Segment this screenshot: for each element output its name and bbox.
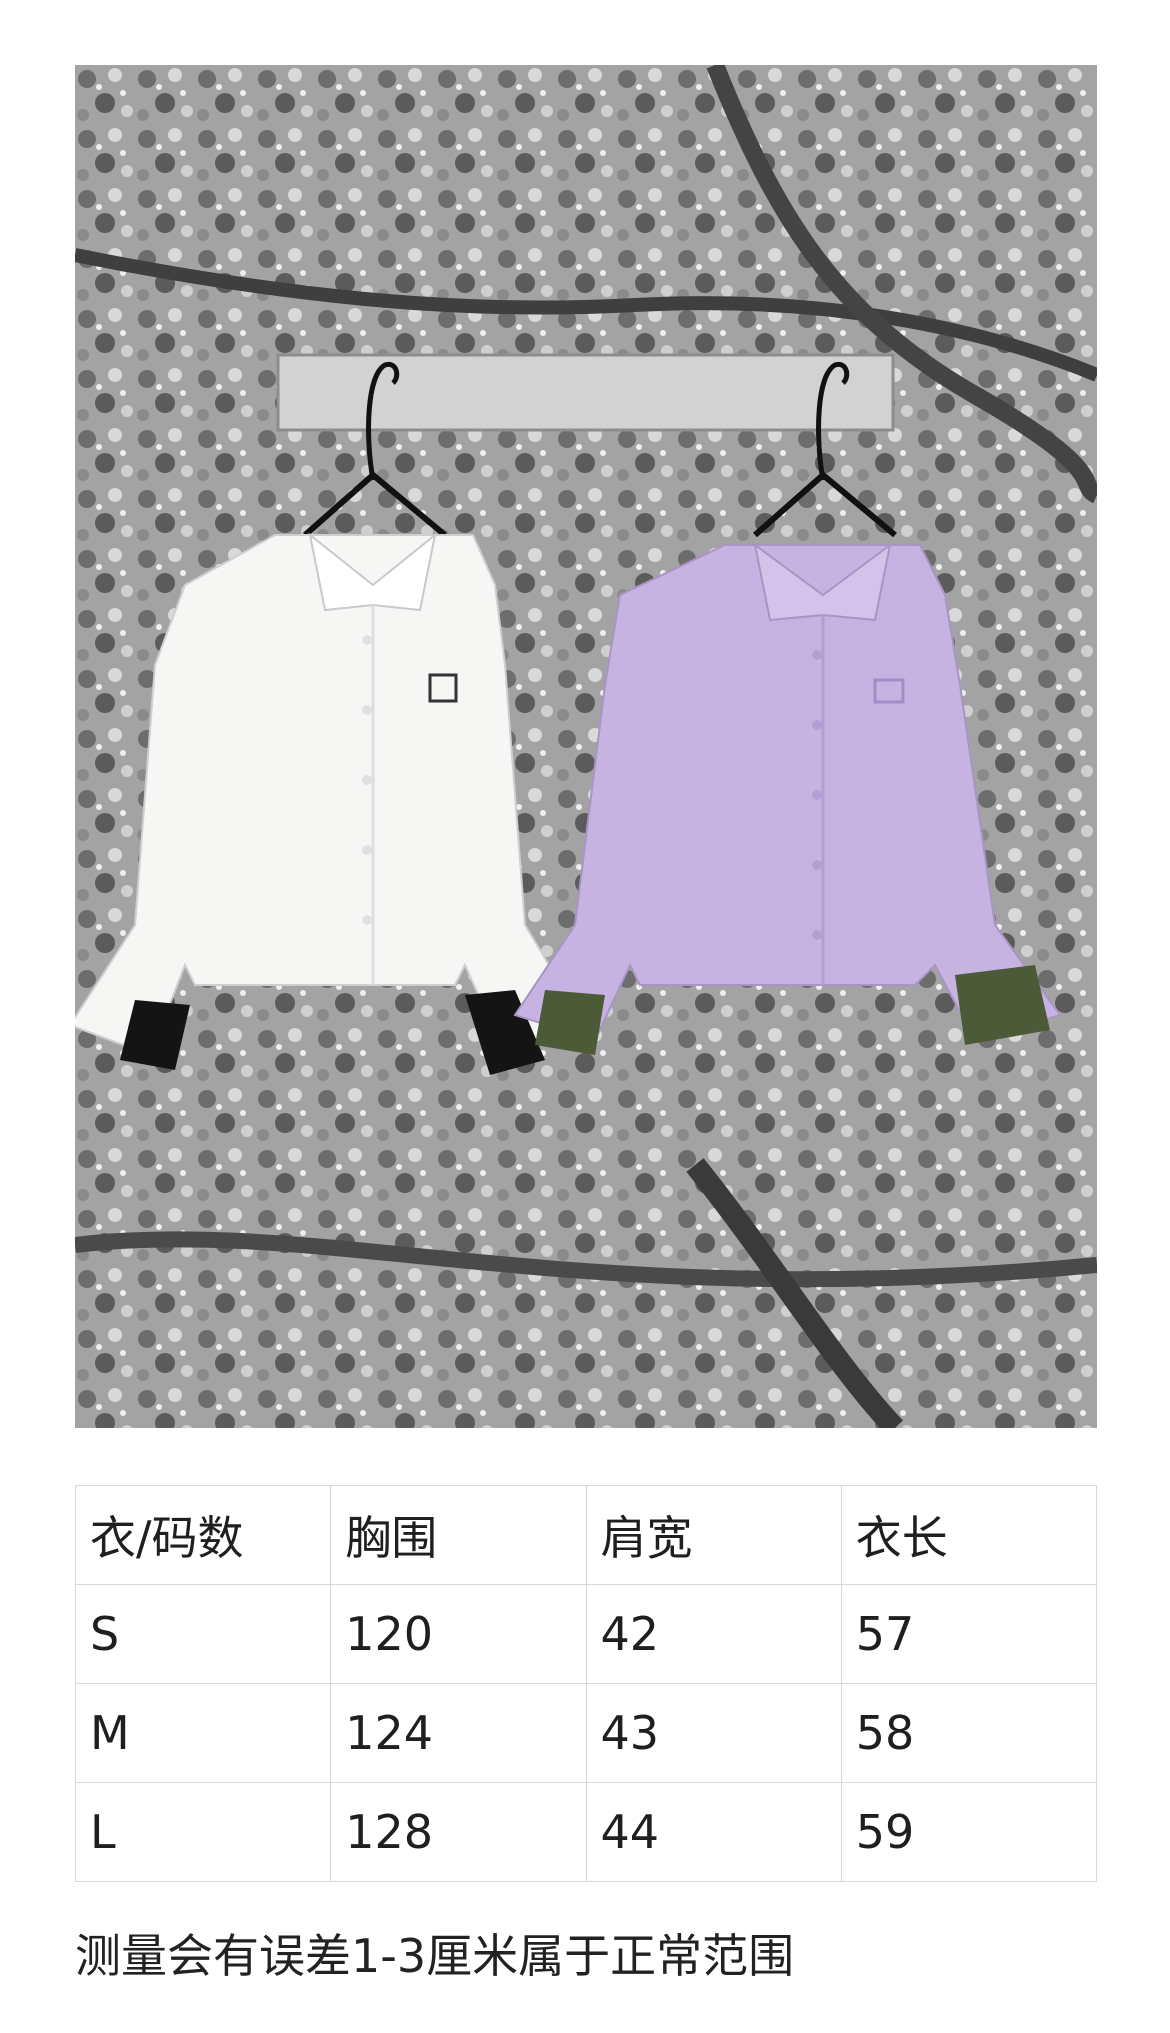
cell-shoulder: 42 (585, 1584, 842, 1684)
cell-chest: 128 (330, 1782, 587, 1882)
header-shoulder: 肩宽 (585, 1485, 842, 1585)
header-length: 衣长 (840, 1485, 1098, 1585)
cell-chest: 120 (330, 1584, 587, 1684)
cell-size: S (74, 1584, 332, 1684)
cell-shoulder: 43 (585, 1683, 842, 1783)
cell-length: 59 (840, 1782, 1098, 1882)
table-row: L 128 44 59 (74, 1782, 1098, 1882)
cell-chest: 124 (330, 1683, 587, 1783)
cell-length: 58 (840, 1683, 1098, 1783)
header-chest: 胸围 (330, 1485, 587, 1585)
measurement-note: 测量会有误差1-3厘米属于正常范围 (75, 1929, 795, 1983)
product-photo (75, 65, 1097, 1428)
cell-size: L (74, 1782, 332, 1882)
size-table: 衣/码数 胸围 肩宽 衣长 S 120 42 57 M 124 43 58 L … (74, 1485, 1098, 1882)
table-row: S 120 42 57 (74, 1584, 1098, 1684)
cell-size: M (74, 1683, 332, 1783)
size-table-grid: 衣/码数 胸围 肩宽 衣长 S 120 42 57 M 124 43 58 L … (74, 1485, 1098, 1882)
cell-length: 57 (840, 1584, 1098, 1684)
header-size: 衣/码数 (74, 1485, 332, 1585)
table-row: M 124 43 58 (74, 1683, 1098, 1783)
cell-shoulder: 44 (585, 1782, 842, 1882)
table-header-row: 衣/码数 胸围 肩宽 衣长 (74, 1485, 1098, 1585)
